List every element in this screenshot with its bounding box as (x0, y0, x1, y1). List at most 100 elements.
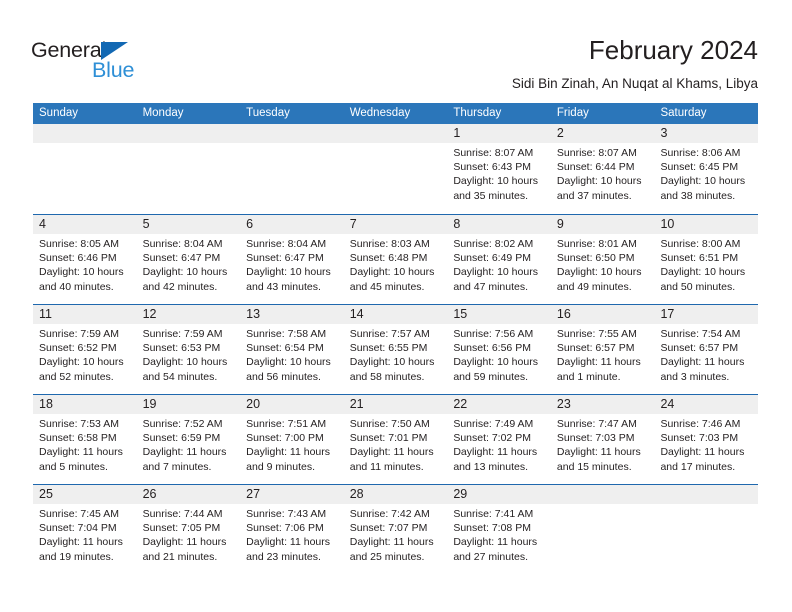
calendar-day-cell[interactable]: 1 Sunrise: 8:07 AM Sunset: 6:43 PM Daylight… (447, 124, 551, 214)
daylight-text-line1: Daylight: 10 hours (39, 266, 124, 279)
calendar-day-cell[interactable]: 9 Sunrise: 8:01 AM Sunset: 6:50 PM Daylight… (550, 215, 655, 304)
sunset-text: Sunset: 6:43 PM (453, 161, 531, 174)
day-number: 13 (246, 307, 261, 321)
weekday-header-monday: Monday (142, 107, 184, 119)
calendar-day-cell[interactable]: 15 Sunrise: 7:56 AM Sunset: 6:56 PM Dayligh… (447, 305, 551, 394)
calendar-day-cell[interactable]: 29 Sunrise: 7:41 AM Sunset: 7:08 PM Dayligh… (447, 485, 551, 574)
sunset-text: Sunset: 6:46 PM (39, 252, 117, 265)
calendar-day-cell[interactable]: 27 Sunrise: 7:43 AM Sunset: 7:06 PM Dayligh… (240, 485, 344, 574)
day-number: 2 (556, 126, 564, 140)
calendar-day-cell[interactable]: 22 Sunrise: 7:49 AM Sunset: 7:02 PM Dayligh… (447, 395, 551, 484)
sunset-text: Sunset: 7:07 PM (349, 522, 428, 535)
day-details: Sunrise: 8:07 AM Sunset: 6:43 PM Daylight:… (447, 143, 551, 203)
calendar-day-cell[interactable]: 24 Sunrise: 7:46 AM Sunset: 7:03 PM Dayligh… (654, 395, 759, 484)
sunrise-text: Sunrise: 8:01 AM (556, 238, 637, 250)
daylight-text-line2: and 23 minutes. (246, 550, 321, 563)
day-details: Sunrise: 8:00 AM Sunset: 6:51 PM Daylight:… (654, 234, 758, 294)
day-details: Sunrise: 8:01 AM Sunset: 6:50 PM Daylight:… (551, 234, 655, 294)
sunrise-text: Sunrise: 8:06 AM (660, 147, 741, 159)
sunrise-text: Sunrise: 8:04 AM (246, 238, 327, 250)
calendar-day-cell[interactable]: 12 Sunrise: 7:59 AM Sunset: 6:53 PM Dayligh… (136, 305, 241, 394)
day-number-band: 1 (447, 124, 551, 143)
sunrise-text: Sunrise: 8:05 AM (39, 238, 119, 250)
calendar-day-cell[interactable]: 16 Sunrise: 7:55 AM Sunset: 6:57 PM Dayligh… (550, 305, 655, 394)
day-number: 27 (246, 487, 261, 501)
day-number: 28 (349, 487, 364, 501)
calendar-day-cell[interactable]: 6 Sunrise: 8:04 AM Sunset: 6:47 PM Daylight… (240, 215, 344, 304)
sunset-text: Sunset: 6:45 PM (660, 161, 739, 174)
day-number: 10 (660, 217, 675, 231)
sunrise-text: Sunrise: 7:50 AM (349, 418, 430, 430)
day-number: 1 (453, 126, 461, 140)
day-number-band: 25 (33, 485, 137, 504)
sunrise-text: Sunrise: 8:07 AM (453, 147, 534, 159)
daylight-text-line1: Daylight: 11 hours (660, 356, 745, 369)
sunrise-text: Sunrise: 7:54 AM (660, 328, 741, 340)
calendar-day-cell-empty (136, 124, 241, 214)
calendar-day-cell[interactable]: 3 Sunrise: 8:06 AM Sunset: 6:45 PM Daylight… (654, 124, 759, 214)
sunrise-text: Sunrise: 8:02 AM (453, 238, 534, 250)
daylight-text-line2: and 50 minutes. (660, 280, 736, 293)
day-details: Sunrise: 7:53 AM Sunset: 6:58 PM Daylight:… (33, 414, 137, 474)
daylight-text-line2: and 7 minutes. (142, 460, 212, 473)
day-number: 18 (39, 397, 53, 411)
calendar-weeks: 1 Sunrise: 8:07 AM Sunset: 6:43 PM Daylight… (33, 124, 759, 574)
day-number-band: 23 (550, 395, 655, 414)
daylight-text-line2: and 52 minutes. (39, 370, 114, 383)
calendar-day-cell[interactable]: 11 Sunrise: 7:59 AM Sunset: 6:52 PM Dayligh… (33, 305, 137, 394)
daylight-text-line1: Daylight: 11 hours (453, 536, 538, 549)
calendar-day-cell[interactable]: 7 Sunrise: 8:03 AM Sunset: 6:48 PM Daylight… (343, 215, 448, 304)
day-number-band (343, 124, 448, 143)
calendar-day-cell[interactable]: 23 Sunrise: 7:47 AM Sunset: 7:03 PM Dayligh… (550, 395, 655, 484)
day-number: 26 (142, 487, 157, 501)
calendar-day-cell[interactable]: 14 Sunrise: 7:57 AM Sunset: 6:55 PM Dayligh… (343, 305, 448, 394)
sunrise-text: Sunrise: 7:44 AM (142, 508, 223, 520)
day-number-band: 19 (136, 395, 241, 414)
day-details: Sunrise: 8:02 AM Sunset: 6:49 PM Daylight:… (447, 234, 551, 294)
sunrise-text: Sunrise: 7:56 AM (453, 328, 534, 340)
calendar-day-cell[interactable]: 19 Sunrise: 7:52 AM Sunset: 6:59 PM Dayligh… (136, 395, 241, 484)
calendar-day-cell[interactable]: 10 Sunrise: 8:00 AM Sunset: 6:51 PM Dayligh… (654, 215, 759, 304)
calendar-week-row: 1 Sunrise: 8:07 AM Sunset: 6:43 PM Daylight… (33, 124, 759, 214)
calendar-day-cell[interactable]: 28 Sunrise: 7:42 AM Sunset: 7:07 PM Dayligh… (343, 485, 448, 574)
calendar-day-cell[interactable]: 4 Sunrise: 8:05 AM Sunset: 6:46 PM Daylight… (33, 215, 137, 304)
daylight-text-line2: and 38 minutes. (660, 189, 736, 202)
sunrise-text: Sunrise: 7:51 AM (246, 418, 327, 430)
daylight-text-line1: Daylight: 11 hours (142, 536, 227, 549)
calendar-day-cell[interactable]: 25 Sunrise: 7:45 AM Sunset: 7:04 PM Dayligh… (33, 485, 137, 574)
day-details (33, 143, 137, 146)
sunrise-text: Sunrise: 7:52 AM (142, 418, 223, 430)
sunset-text: Sunset: 6:55 PM (349, 342, 428, 355)
calendar-day-cell[interactable]: 13 Sunrise: 7:58 AM Sunset: 6:54 PM Dayligh… (240, 305, 344, 394)
calendar-day-cell[interactable]: 20 Sunrise: 7:51 AM Sunset: 7:00 PM Dayligh… (240, 395, 344, 484)
day-details: Sunrise: 8:07 AM Sunset: 6:44 PM Daylight:… (551, 143, 655, 203)
day-details: Sunrise: 7:46 AM Sunset: 7:03 PM Daylight:… (654, 414, 758, 474)
calendar-week-row: 11 Sunrise: 7:59 AM Sunset: 6:52 PM Dayligh… (33, 304, 759, 394)
day-number: 19 (142, 397, 157, 411)
calendar-day-cell[interactable]: 8 Sunrise: 8:02 AM Sunset: 6:49 PM Daylight… (447, 215, 551, 304)
generalblue-logo[interactable]: General Blue (31, 38, 161, 86)
day-number-band: 4 (33, 215, 137, 234)
calendar-day-cell[interactable]: 17 Sunrise: 7:54 AM Sunset: 6:57 PM Dayligh… (654, 305, 759, 394)
daylight-text-line1: Daylight: 11 hours (556, 446, 641, 459)
weekday-header-wednesday: Wednesday (349, 107, 411, 119)
day-number: 6 (246, 217, 254, 231)
daylight-text-line2: and 45 minutes. (349, 280, 425, 293)
daylight-text-line2: and 27 minutes. (453, 550, 529, 563)
daylight-text-line2: and 35 minutes. (453, 189, 529, 202)
day-number-band: 8 (447, 215, 551, 234)
calendar-day-cell[interactable]: 26 Sunrise: 7:44 AM Sunset: 7:05 PM Dayligh… (136, 485, 241, 574)
sunset-text: Sunset: 6:44 PM (556, 161, 635, 174)
daylight-text-line1: Daylight: 11 hours (556, 356, 641, 369)
day-number-band: 24 (654, 395, 759, 414)
calendar-day-cell[interactable]: 18 Sunrise: 7:53 AM Sunset: 6:58 PM Dayligh… (33, 395, 137, 484)
day-number: 24 (660, 397, 675, 411)
sunset-text: Sunset: 6:47 PM (142, 252, 221, 265)
calendar-day-cell[interactable]: 2 Sunrise: 8:07 AM Sunset: 6:44 PM Daylight… (550, 124, 655, 214)
calendar-day-cell[interactable]: 5 Sunrise: 8:04 AM Sunset: 6:47 PM Daylight… (136, 215, 241, 304)
sunset-text: Sunset: 7:03 PM (660, 432, 739, 445)
daylight-text-line2: and 17 minutes. (660, 460, 736, 473)
calendar-day-cell[interactable]: 21 Sunrise: 7:50 AM Sunset: 7:01 PM Dayligh… (343, 395, 448, 484)
sunrise-text: Sunrise: 7:45 AM (39, 508, 119, 520)
sunrise-text: Sunrise: 7:46 AM (660, 418, 741, 430)
